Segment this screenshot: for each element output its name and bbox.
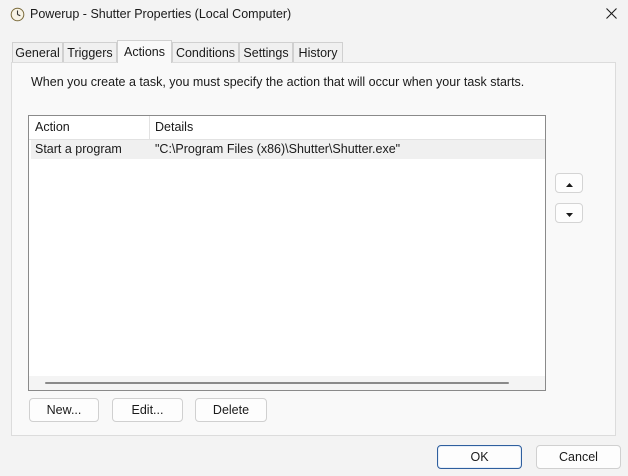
tab-history[interactable]: History (293, 42, 343, 62)
move-up-button[interactable] (555, 173, 583, 193)
horizontal-scrollbar[interactable] (29, 376, 545, 390)
edit-button[interactable]: Edit... (112, 398, 183, 422)
arrow-down-icon (565, 206, 573, 220)
title-bar: Powerup - Shutter Properties (Local Comp… (0, 0, 628, 30)
tab-triggers[interactable]: Triggers (63, 42, 117, 62)
arrow-up-icon (565, 176, 573, 190)
cancel-button[interactable]: Cancel (536, 445, 621, 469)
table-row[interactable]: Start a program "C:\Program Files (x86)\… (31, 140, 545, 159)
list-header: Action Details (29, 116, 545, 140)
row-details-cell: "C:\Program Files (x86)\Shutter\Shutter.… (155, 142, 401, 156)
ok-button[interactable]: OK (437, 445, 522, 469)
tab-general[interactable]: General (12, 42, 63, 62)
properties-dialog: Powerup - Shutter Properties (Local Comp… (0, 0, 628, 476)
task-scheduler-clock-icon (10, 7, 25, 22)
instructions-text: When you create a task, you must specify… (31, 75, 525, 89)
row-action-cell: Start a program (35, 142, 122, 156)
new-button[interactable]: New... (29, 398, 99, 422)
column-header-action[interactable]: Action (35, 116, 70, 139)
actions-panel: When you create a task, you must specify… (11, 62, 616, 436)
close-button[interactable] (594, 0, 628, 30)
scrollbar-thumb[interactable] (45, 382, 509, 384)
column-header-details[interactable]: Details (155, 116, 193, 139)
close-icon (605, 8, 617, 22)
window-title: Powerup - Shutter Properties (Local Comp… (30, 7, 292, 21)
delete-button[interactable]: Delete (195, 398, 267, 422)
move-down-button[interactable] (555, 203, 583, 223)
tab-conditions[interactable]: Conditions (172, 42, 239, 62)
tab-settings[interactable]: Settings (239, 42, 293, 62)
column-separator[interactable] (149, 116, 150, 139)
actions-list[interactable]: Action Details Start a program "C:\Progr… (28, 115, 546, 391)
tab-actions[interactable]: Actions (117, 40, 172, 63)
